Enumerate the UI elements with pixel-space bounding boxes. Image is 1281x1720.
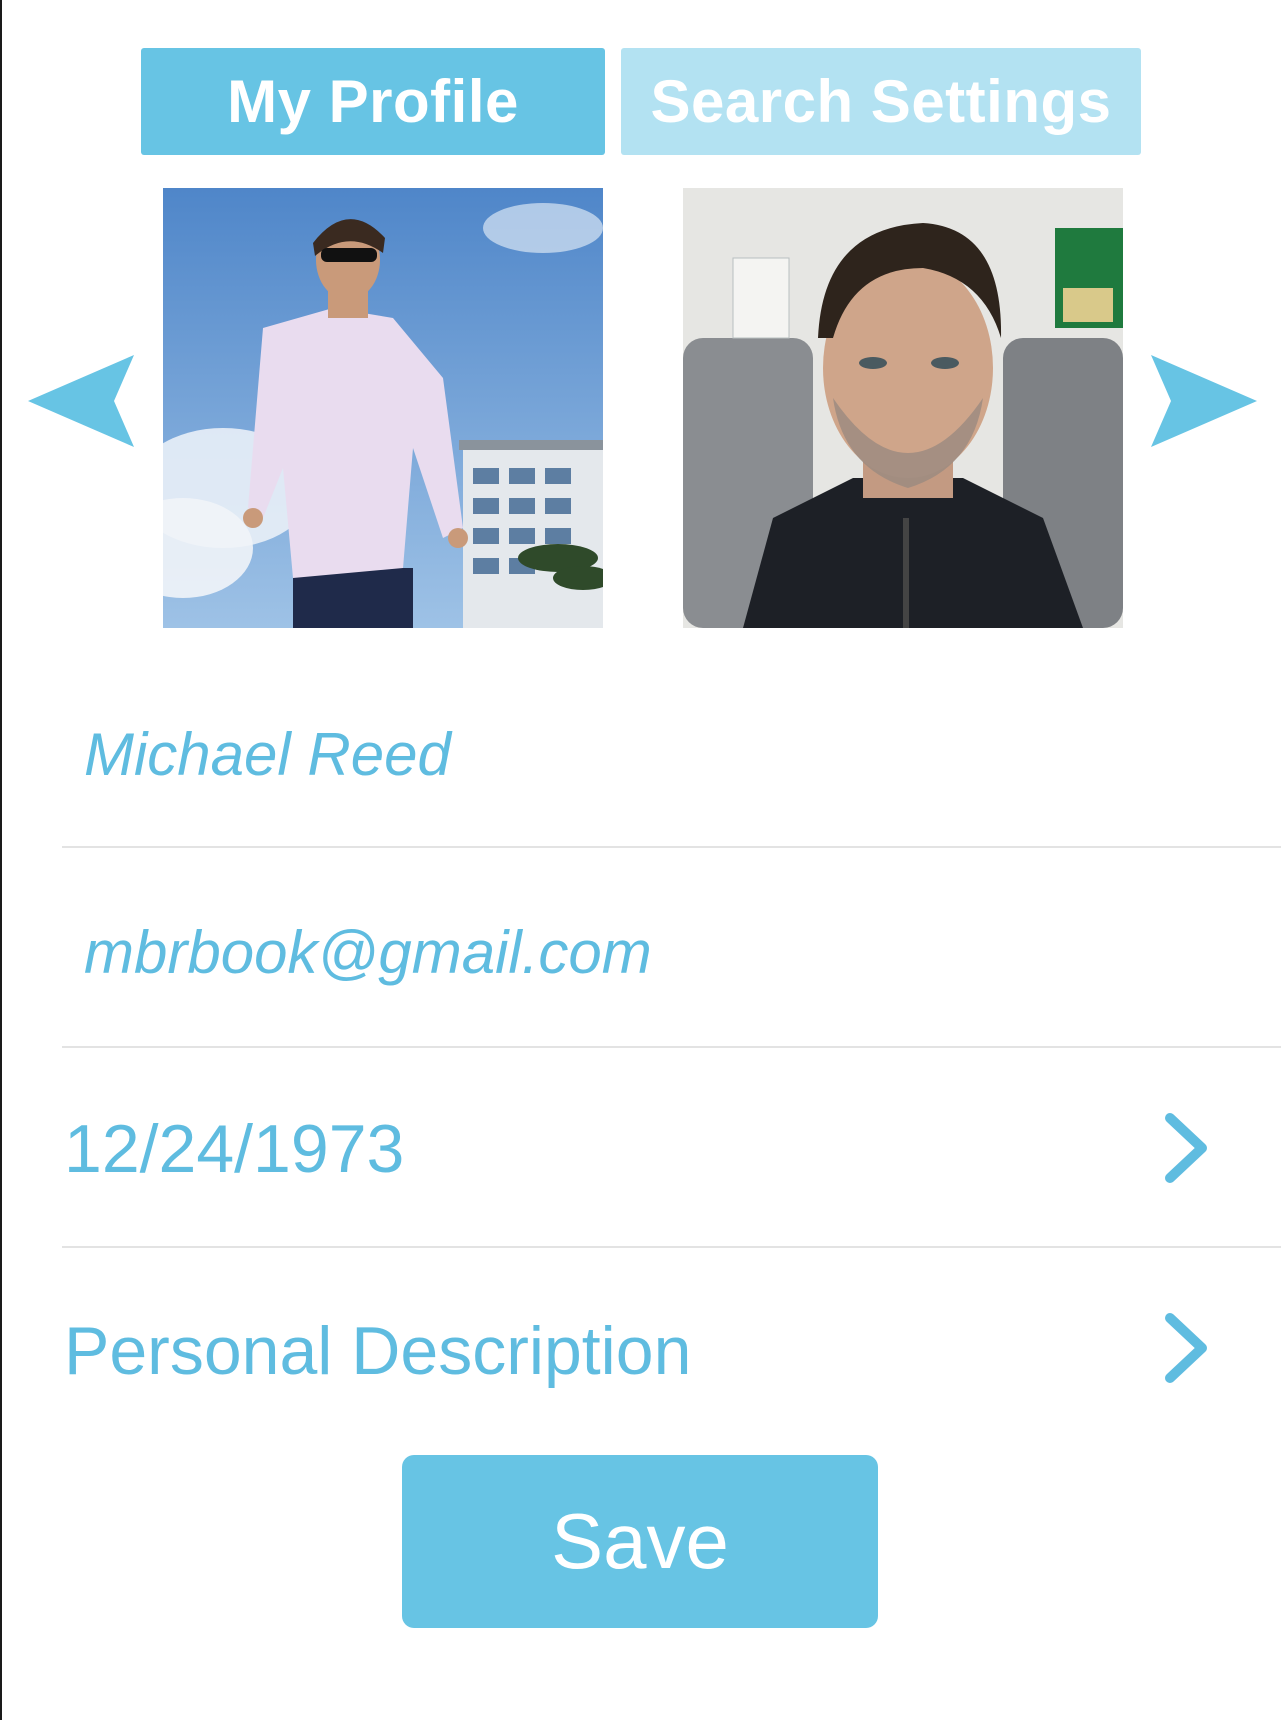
profile-photo-1[interactable]: [163, 188, 603, 628]
email-row: mbrbook@gmail.com: [62, 848, 1281, 1048]
profile-photo-2[interactable]: [683, 188, 1123, 628]
profile-photo-beach: [163, 188, 603, 628]
triangle-left-icon: [28, 355, 134, 447]
email-field[interactable]: mbrbook@gmail.com: [84, 918, 652, 987]
save-button[interactable]: Save: [402, 1455, 878, 1628]
chevron-right-icon: [1165, 1313, 1207, 1383]
tab-search-settings[interactable]: Search Settings: [621, 48, 1141, 155]
profile-photo-selfie: [683, 188, 1123, 628]
personal-description-label: Personal Description: [64, 1313, 692, 1389]
carousel-prev-button[interactable]: [28, 355, 138, 447]
carousel-next-button[interactable]: [1147, 355, 1257, 447]
birthdate-row[interactable]: 12/24/1973: [62, 1048, 1281, 1248]
name-field[interactable]: Michael Reed: [84, 720, 451, 789]
triangle-right-icon: [1151, 355, 1257, 447]
left-border: [0, 0, 2, 1720]
birthdate-value: 12/24/1973: [64, 1111, 405, 1187]
chevron-right-icon: [1165, 1113, 1207, 1183]
tab-my-profile[interactable]: My Profile: [141, 48, 605, 155]
name-row: Michael Reed: [62, 660, 1281, 848]
personal-description-row[interactable]: Personal Description: [62, 1248, 1281, 1398]
